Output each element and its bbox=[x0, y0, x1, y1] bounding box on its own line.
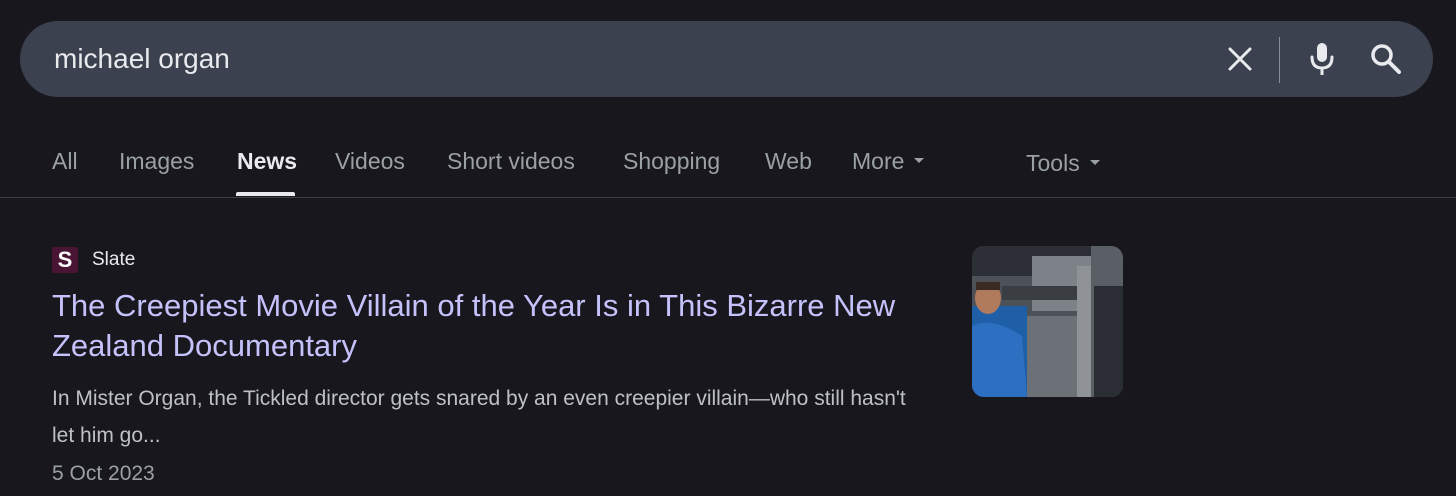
source-name: Slate bbox=[92, 249, 136, 270]
search-button[interactable] bbox=[1364, 21, 1408, 97]
tab-videos[interactable]: Videos bbox=[335, 148, 405, 175]
tab-short-videos[interactable]: Short videos bbox=[447, 148, 575, 175]
tab-shopping[interactable]: Shopping bbox=[623, 148, 720, 175]
search-bar-divider bbox=[1279, 37, 1280, 83]
result-source[interactable]: S Slate bbox=[52, 246, 952, 274]
slate-favicon-icon: S bbox=[52, 247, 78, 273]
result-title-link[interactable]: The Creepiest Movie Villain of the Year … bbox=[52, 286, 952, 366]
tab-web[interactable]: Web bbox=[765, 148, 812, 175]
result-thumbnail[interactable] bbox=[972, 246, 1123, 397]
close-icon bbox=[1228, 47, 1252, 71]
tab-more-label: More bbox=[852, 148, 905, 174]
tabs-divider bbox=[0, 197, 1456, 198]
clear-button[interactable] bbox=[1220, 21, 1260, 97]
tools-button[interactable]: Tools bbox=[1026, 150, 1100, 177]
search-results-page: All Images News Videos Short videos Shop… bbox=[0, 0, 1456, 496]
tab-news[interactable]: News bbox=[237, 148, 297, 175]
microphone-icon bbox=[1310, 43, 1334, 75]
news-result: S Slate The Creepiest Movie Villain of t… bbox=[52, 246, 952, 489]
tab-more[interactable]: More bbox=[852, 148, 925, 175]
tools-label: Tools bbox=[1026, 150, 1080, 176]
tab-all[interactable]: All bbox=[52, 148, 78, 175]
tab-images[interactable]: Images bbox=[119, 148, 194, 175]
thumbnail-photo bbox=[972, 246, 1123, 397]
search-bar bbox=[20, 21, 1433, 97]
result-date: 5 Oct 2023 bbox=[52, 462, 155, 485]
search-input[interactable] bbox=[54, 21, 1154, 97]
search-icon bbox=[1371, 44, 1401, 74]
chevron-down-icon bbox=[1089, 160, 1100, 166]
chevron-down-icon bbox=[914, 158, 925, 164]
result-snippet: In Mister Organ, the Tickled director ge… bbox=[52, 387, 906, 447]
active-tab-indicator bbox=[236, 192, 295, 196]
search-tabs: All Images News Videos Short videos Shop… bbox=[0, 130, 1456, 198]
voice-search-button[interactable] bbox=[1302, 21, 1342, 97]
